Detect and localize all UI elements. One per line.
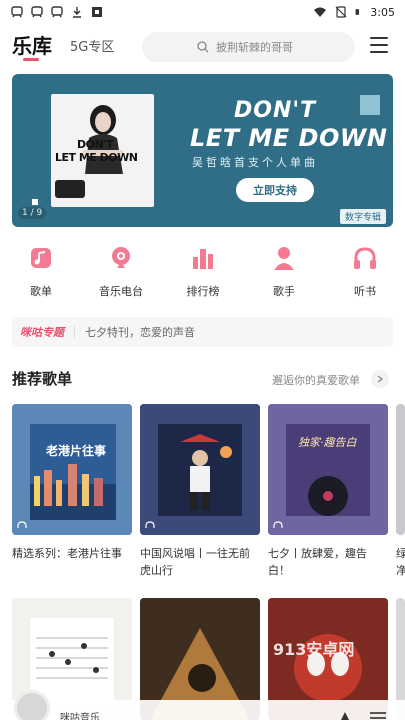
category-song-list[interactable]: 歌单 bbox=[11, 245, 71, 299]
playlist-card[interactable] bbox=[140, 404, 260, 535]
category-audiobooks[interactable]: 听书 bbox=[335, 245, 395, 299]
headphones-icon bbox=[273, 521, 283, 528]
section-more-link[interactable]: 邂逅你的真爱歌单 bbox=[272, 372, 360, 388]
playlist-title[interactable]: 七夕丨放肆爱，趣告白！ bbox=[268, 545, 388, 579]
divider bbox=[74, 326, 75, 338]
playlist-cover-qixi bbox=[268, 404, 388, 535]
status-time: 3:05 bbox=[370, 5, 395, 19]
banner-headline-2: LET ME DOWN bbox=[190, 124, 388, 152]
radio-icon bbox=[112, 247, 130, 268]
status-right-icons: 3:05 bbox=[313, 6, 395, 19]
boombox-graphic bbox=[55, 180, 85, 198]
active-tab-indicator bbox=[23, 58, 39, 61]
wifi-icon bbox=[314, 7, 327, 17]
pager-dot bbox=[32, 199, 38, 205]
playlist-title[interactable]: 中国风说唱丨一往无前虎山行 bbox=[140, 545, 260, 579]
category-charts[interactable]: 排行榜 bbox=[173, 245, 233, 299]
song-list-icon bbox=[31, 248, 51, 268]
now-playing-title: 咪咕音乐 bbox=[60, 713, 100, 720]
promo-bar[interactable]: 咪咕专题 七夕特刊，恋爱的声音 bbox=[12, 317, 393, 347]
status-bar: 3:05 bbox=[0, 0, 405, 24]
playlist-cover-hk-movies bbox=[12, 404, 132, 535]
banner-tag: 数字专辑 bbox=[340, 209, 387, 224]
no-sim-icon bbox=[335, 6, 347, 18]
app-notification-icon bbox=[11, 6, 23, 18]
playlist-icon[interactable] bbox=[370, 712, 386, 720]
playlist-card[interactable] bbox=[396, 404, 405, 535]
cover-title: DON'T LET ME DOWN bbox=[55, 138, 138, 164]
download-icon bbox=[73, 7, 81, 18]
category-singers[interactable]: 歌手 bbox=[254, 245, 314, 299]
menu-icon[interactable] bbox=[370, 37, 388, 53]
chevron-right-icon[interactable] bbox=[371, 370, 389, 388]
category-nav: 歌单 音乐电台 排行榜 歌手 听书 bbox=[0, 245, 405, 305]
playlist-cover-rap bbox=[140, 404, 260, 535]
battery-icon bbox=[355, 9, 360, 15]
album-disc[interactable] bbox=[14, 690, 50, 720]
headphones-icon bbox=[17, 521, 27, 528]
search-placeholder: 披荆斩棘的哥哥 bbox=[216, 41, 293, 54]
page-title-music-library[interactable]: 乐库 bbox=[12, 30, 52, 59]
banner-pager: 1 / 9 bbox=[18, 207, 47, 219]
promo-badge: 咪咕专题 bbox=[20, 326, 64, 339]
section-title: 推荐歌单 bbox=[12, 370, 73, 388]
square-app-icon bbox=[92, 7, 102, 17]
tab-5g-zone[interactable]: 5G专区 bbox=[70, 36, 114, 55]
playlist-card[interactable]: 独家·趣告白 bbox=[268, 404, 388, 535]
app-notification-icon bbox=[51, 6, 63, 18]
cover-caption: 老港片往事 bbox=[46, 444, 107, 458]
banner-carousel[interactable]: DON'T LET ME DOWN DON'T LET ME DOWN 吴哲晗首… bbox=[12, 74, 393, 227]
search-input[interactable]: 披荆斩棘的哥哥 bbox=[142, 32, 355, 62]
playlist-title[interactable]: 绿净 bbox=[396, 545, 405, 579]
top-header: 乐库 5G专区 披荆斩棘的哥哥 bbox=[0, 28, 405, 68]
banner-subtitle: 吴哲晗首支个人单曲 bbox=[192, 156, 318, 169]
playlist-title[interactable]: 精选系列：老港片往事 bbox=[12, 545, 134, 562]
watermark-text: 913安卓网 bbox=[273, 640, 355, 659]
banner-album-cover: DON'T LET ME DOWN bbox=[51, 94, 154, 207]
cover-caption: 独家·趣告白 bbox=[298, 436, 357, 449]
category-radio[interactable]: 音乐电台 bbox=[91, 245, 151, 299]
playlist-card[interactable]: 老港片往事 bbox=[12, 404, 132, 535]
support-button[interactable]: 立即支持 bbox=[236, 178, 314, 202]
headphones-icon bbox=[145, 521, 155, 528]
decorative-square bbox=[360, 95, 380, 115]
headphones-icon bbox=[354, 247, 376, 269]
promo-text: 七夕特刊，恋爱的声音 bbox=[85, 326, 195, 339]
banner-headline-1: DON'T bbox=[234, 98, 317, 123]
chart-bars-icon bbox=[193, 249, 213, 269]
status-left-icons bbox=[10, 6, 104, 18]
singer-icon bbox=[274, 247, 294, 270]
play-icon[interactable] bbox=[338, 712, 352, 720]
search-icon bbox=[197, 41, 209, 53]
app-notification-icon bbox=[31, 6, 43, 18]
